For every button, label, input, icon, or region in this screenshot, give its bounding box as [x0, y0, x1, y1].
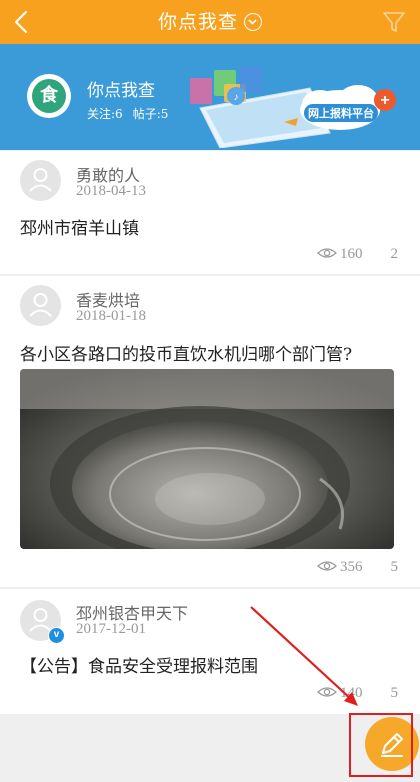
forum-banner: 食 你点我查 关注:6 帖子:5 ♪ 网上报料平台 + [0, 44, 420, 150]
post-stats: 140 5 [317, 685, 398, 702]
view-count: 160 [340, 246, 363, 262]
highlight-box [349, 713, 413, 777]
svg-text:♪: ♪ [234, 92, 239, 103]
post-title[interactable]: 【公告】食品安全受理报料范围 [20, 652, 258, 677]
follower-count: 关注:6 [87, 107, 123, 121]
filter-icon[interactable] [382, 10, 406, 34]
logo-food-icon: 食 [32, 79, 66, 113]
eye-icon [317, 248, 337, 258]
comment-count: 2 [390, 246, 399, 262]
avatar[interactable] [20, 160, 61, 201]
view-count: 356 [340, 559, 363, 575]
view-count: 140 [340, 685, 363, 701]
eye-icon [317, 687, 337, 697]
forum-stats: 关注:6 帖子:5 [87, 105, 178, 122]
post-date: 2017-12-01 [76, 621, 146, 637]
post-card[interactable]: 勇敢的人 2018-04-13 邳州市宿羊山镇 160 2 [0, 151, 420, 274]
water-dispenser-photo [20, 369, 394, 549]
post-card[interactable]: v 邳州银杏甲天下 2017-12-01 【公告】食品安全受理报料范围 140 5 [0, 589, 420, 714]
user-icon [29, 168, 52, 192]
post-title[interactable]: 各小区各路口的投币直饮水机归哪个部门管? [20, 340, 352, 365]
forum-logo: 食 [27, 74, 71, 118]
verified-badge-icon: v [48, 627, 65, 644]
page-title-dropdown[interactable]: 你点我查 [0, 0, 420, 44]
post-date: 2018-01-18 [76, 308, 146, 324]
post-stats: 356 5 [317, 559, 398, 576]
chevron-down-icon [244, 13, 262, 31]
post-photo[interactable] [20, 369, 394, 549]
post-title[interactable]: 邳州市宿羊山镇 [20, 214, 139, 239]
page-title: 你点我查 [157, 11, 238, 33]
post-date: 2018-04-13 [76, 183, 146, 199]
comment-count: 5 [390, 559, 399, 575]
platform-label: 网上报料平台 [308, 106, 374, 120]
comment-count: 5 [390, 685, 399, 701]
svg-text:+: + [380, 92, 389, 109]
user-icon [29, 293, 52, 317]
eye-icon [317, 561, 337, 571]
banner-illustration: ♪ 网上报料平台 + [190, 66, 396, 148]
avatar[interactable] [20, 285, 61, 326]
post-stats: 160 2 [317, 246, 398, 263]
top-bar: 你点我查 [0, 0, 420, 44]
post-count: 帖子:5 [132, 107, 169, 121]
forum-name: 你点我查 [87, 81, 155, 101]
